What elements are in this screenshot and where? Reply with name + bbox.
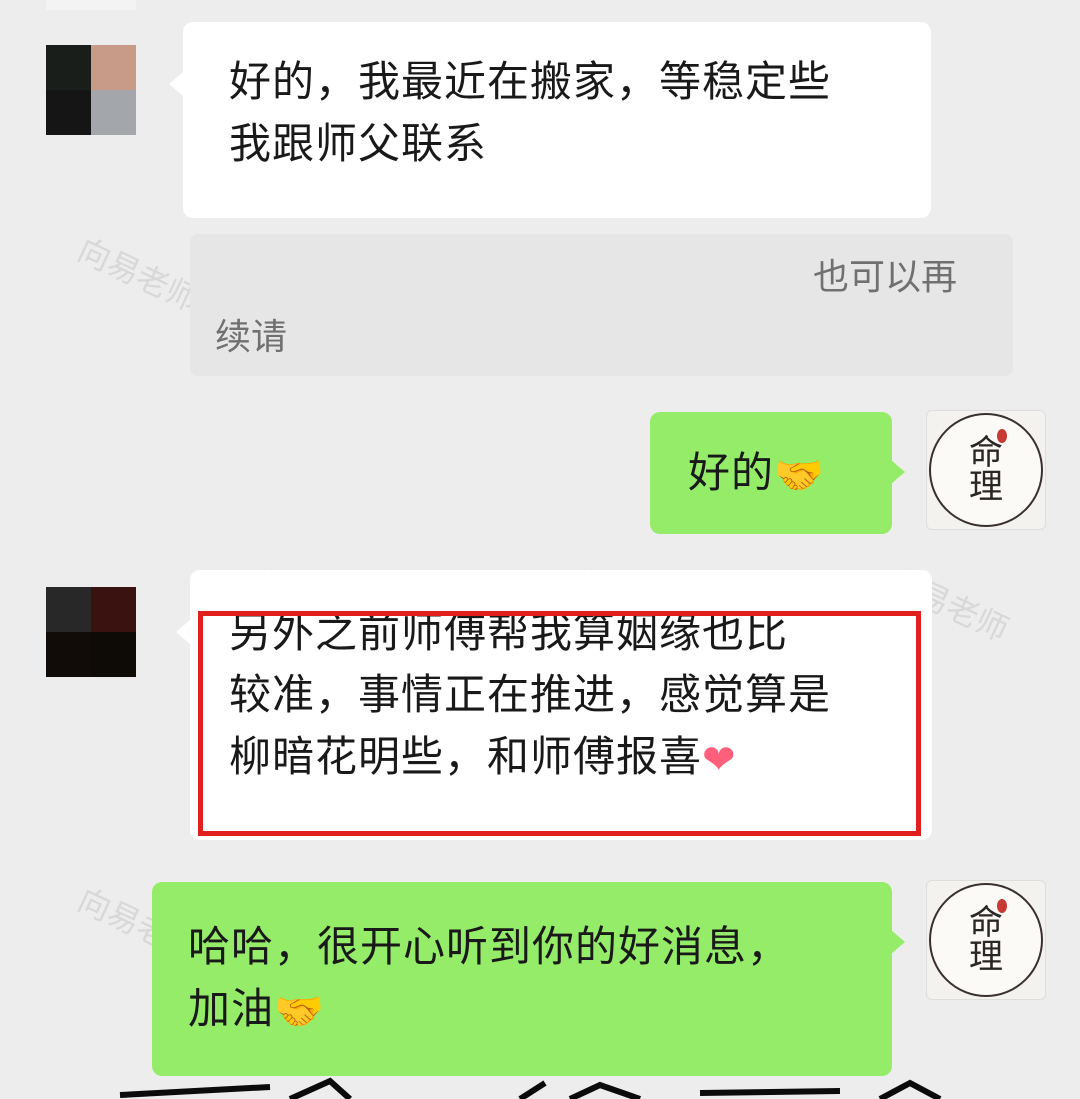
message-line: 哈哈，很开心听到你的好消息， <box>188 922 791 971</box>
message-line: 较准，事情正在推进，感觉算是 <box>229 670 832 719</box>
message-bubble-sent[interactable]: 好的🤝 <box>650 412 892 534</box>
avatar[interactable] <box>46 587 136 677</box>
message-text: 好的 <box>688 448 775 497</box>
seal-char: 理 <box>969 937 1003 977</box>
message-line: 另外之前师傅帮我算姻缘也比 <box>229 611 789 657</box>
bubble-tail <box>891 930 905 954</box>
message-line: 我跟师父联系 <box>229 119 488 168</box>
heart-emoji: ❤ <box>702 736 737 783</box>
message-line: 好的，我最近在搬家，等稳定些 <box>229 57 832 106</box>
quoted-message[interactable]: 也可以再 续请 <box>190 234 1013 376</box>
avatar[interactable]: 命 理 <box>926 410 1046 530</box>
handshake-emoji: 🤝 <box>774 452 825 499</box>
handshake-emoji: 🤝 <box>274 988 325 1035</box>
bubble-tail <box>176 620 190 644</box>
avatar-top-edge <box>46 0 136 10</box>
avatar[interactable]: 命 理 <box>926 880 1046 1000</box>
bubble-tail <box>169 72 183 96</box>
message-line: 加油 <box>188 984 275 1033</box>
avatar[interactable] <box>46 45 136 135</box>
quote-line: 也可以再 <box>813 257 958 298</box>
brush-strokes <box>119 1077 942 1099</box>
seal-logo-icon: 命 理 <box>929 413 1043 527</box>
highlight-box: 另外之前师傅帮我算姻缘也比 较准，事情正在推进，感觉算是 柳暗花明些，和师傅报喜… <box>198 611 921 836</box>
seal-logo-icon: 命 理 <box>929 883 1043 997</box>
seal-dot <box>997 429 1007 443</box>
seal-char: 理 <box>969 467 1003 507</box>
quote-line: 续请 <box>215 317 288 358</box>
seal-dot <box>997 899 1007 913</box>
message-bubble-received[interactable]: 好的，我最近在搬家，等稳定些 我跟师父联系 <box>183 22 931 218</box>
message-bubble-sent[interactable]: 哈哈，很开心听到你的好消息， 加油🤝 <box>152 882 892 1076</box>
watermark: 向易老师 <box>72 230 205 320</box>
message-line: 柳暗花明些，和师傅报喜 <box>229 732 703 781</box>
bubble-tail <box>891 460 905 484</box>
